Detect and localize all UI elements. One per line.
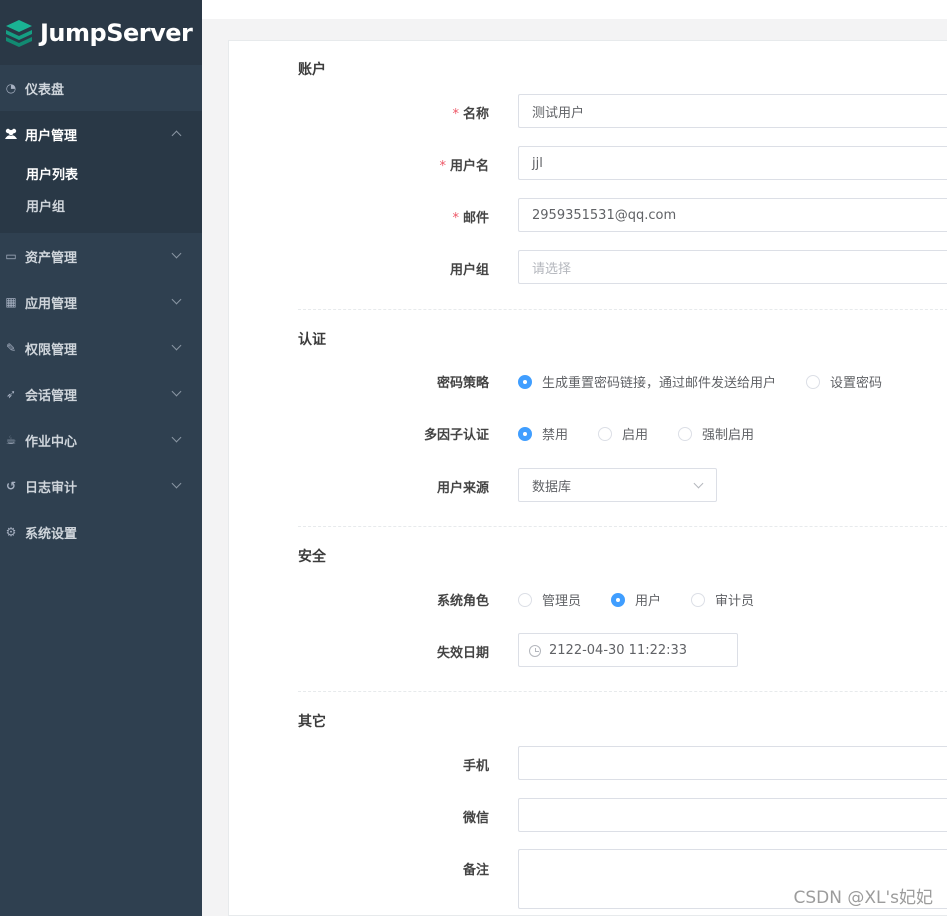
radio-reset-link[interactable]: 生成重置密码链接，通过邮件发送给用户 [518,372,776,391]
user-form-card: 账户 * 名称 测试用户 * 用户名 jjl * 邮件 2959351531@qq.c… [228,40,947,916]
chevron-down-icon [171,294,182,305]
radio-mfa-forced[interactable]: 强制启用 [678,424,754,443]
radio-checked-icon [518,426,532,441]
section-divider [298,526,947,527]
radio-checked-icon [611,592,626,607]
email-label: * 邮件 [452,211,489,226]
brand-name: JumpServer [40,18,193,47]
email-input[interactable]: 2959351531@qq.com [518,198,947,232]
sidebar-item-label: 日志审计 [25,480,78,496]
user-source-label: 用户来源 [436,481,489,496]
comment-label: 备注 [462,863,489,878]
system-role-radio-group: 管理员 用户 审计员 [518,590,754,609]
required-mark: * [452,211,459,226]
section-title-other: 其它 [298,714,326,730]
section-divider [298,691,947,692]
user-submenu: 用户列表 用户组 [0,157,202,233]
username-label: * 用户名 [439,159,489,174]
clock-icon [529,645,541,657]
section-title-auth: 认证 [298,332,326,348]
sidebar-item-system-settings[interactable]: ⚙ 系统设置 [0,509,202,555]
required-mark: * [452,107,459,122]
phone-label: 手机 [462,759,489,774]
chevron-down-icon [171,432,182,443]
section-divider [298,309,947,310]
sidebar-item-application-management[interactable]: ▦ 应用管理 [0,279,202,325]
radio-unchecked-icon [691,592,706,607]
section-title-account: 账户 [298,62,326,78]
users-icon [2,128,20,140]
password-strategy-label: 密码策略 [436,376,489,391]
sidebar-item-user-management[interactable]: 用户管理 [0,111,202,157]
edit-icon: ✎ [5,341,17,355]
expire-date-picker[interactable]: 2122-04-30 11:22:33 [518,633,738,667]
submenu-item-user-group[interactable]: 用户组 [0,189,202,221]
sidebar-item-label: 会话管理 [25,388,78,404]
sidebar-item-label: 用户管理 [25,128,78,144]
sidebar-item-dashboard[interactable]: ◔ 仪表盘 [0,65,202,111]
radio-mfa-enabled[interactable]: 启用 [598,424,648,443]
sidebar-item-label: 应用管理 [25,296,78,312]
name-input[interactable]: 测试用户 [518,94,947,128]
radio-unchecked-icon [678,426,693,441]
watermark: CSDN @XL's妃妃 [793,888,933,908]
password-strategy-radio-group: 生成重置密码链接，通过邮件发送给用户 设置密码 [518,372,882,391]
chevron-down-icon [693,478,704,489]
jumpserver-logo-icon [4,18,34,48]
sidebar-item-label: 系统设置 [25,526,78,542]
phone-input[interactable] [518,746,947,780]
submenu-item-user-list[interactable]: 用户列表 [0,157,202,189]
radio-role-admin[interactable]: 管理员 [518,590,581,609]
required-mark: * [439,159,446,174]
chevron-up-icon [171,130,182,141]
sidebar-item-session-management[interactable]: ➶ 会话管理 [0,371,202,417]
rocket-icon: ➶ [5,387,17,401]
wechat-label: 微信 [462,811,489,826]
sidebar-item-asset-management[interactable]: ▭ 资产管理 [0,233,202,279]
sidebar-item-label: 权限管理 [25,342,78,358]
gears-icon: ⚙ [5,525,17,539]
chevron-down-icon [171,478,182,489]
sidebar-item-label: 作业中心 [25,434,78,450]
name-label: * 名称 [452,107,489,122]
user-source-select[interactable]: 数据库 [518,468,717,502]
top-header [202,0,947,19]
radio-checked-icon [518,374,532,389]
coffee-icon: ☕ [5,433,17,447]
radio-unchecked-icon [806,374,821,389]
chevron-down-icon [171,340,182,351]
inbox-icon: ▭ [5,249,17,263]
radio-unchecked-icon [598,426,613,441]
mfa-label: 多因子认证 [423,428,489,443]
system-role-label: 系统角色 [436,594,489,609]
sidebar-item-label: 资产管理 [25,250,78,266]
history-icon: ↺ [5,479,17,493]
sidebar: JumpServer ◔ 仪表盘 用户管理 用户列表 用户组 ▭ 资产管理 ▦ … [0,0,202,916]
radio-unchecked-icon [518,592,532,607]
expire-date-value: 2122-04-30 11:22:33 [549,642,688,658]
sidebar-item-job-center[interactable]: ☕ 作业中心 [0,417,202,463]
radio-role-auditor[interactable]: 审计员 [691,590,754,609]
section-title-security: 安全 [298,549,326,565]
sidebar-item-label: 仪表盘 [25,82,65,98]
grid-icon: ▦ [5,295,17,309]
radio-role-user[interactable]: 用户 [611,590,661,609]
chevron-down-icon [171,248,182,259]
logo[interactable]: JumpServer [0,0,202,65]
radio-mfa-disabled[interactable]: 禁用 [518,424,568,443]
sidebar-item-permission-management[interactable]: ✎ 权限管理 [0,325,202,371]
user-group-label: 用户组 [449,263,489,278]
expire-date-label: 失效日期 [436,646,489,661]
radio-set-password[interactable]: 设置密码 [806,372,882,391]
sidebar-item-log-audit[interactable]: ↺ 日志审计 [0,463,202,509]
username-input[interactable]: jjl [518,146,947,180]
mfa-radio-group: 禁用 启用 强制启用 [518,424,754,443]
wechat-input[interactable] [518,798,947,832]
dashboard-icon: ◔ [5,81,17,95]
user-group-select[interactable]: 请选择 [518,250,947,284]
user-source-value: 数据库 [532,479,572,495]
chevron-down-icon [171,386,182,397]
